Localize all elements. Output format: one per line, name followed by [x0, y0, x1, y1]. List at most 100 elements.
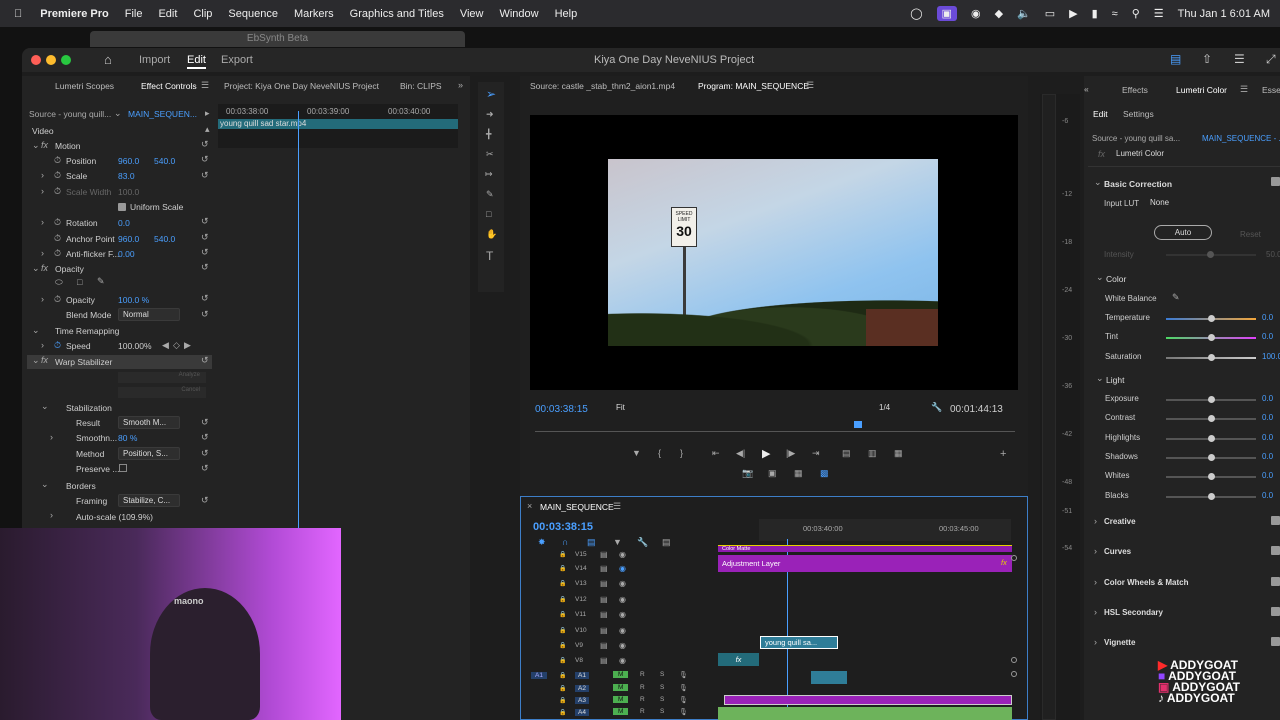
panel-menu-icon[interactable]: ☰ [1240, 84, 1248, 95]
effect-select[interactable]: Lumetri Color [1112, 148, 1257, 159]
rotation-value[interactable]: 0.0 [118, 218, 130, 228]
section-toggle[interactable] [1271, 546, 1280, 556]
reset-icon[interactable]: ↺ [201, 262, 209, 273]
step-back-icon[interactable]: ◀| [736, 448, 745, 459]
sync-icon[interactable]: ▤ [600, 564, 608, 573]
pen-tool-icon[interactable]: ✎ [486, 189, 494, 200]
chevron-right-icon[interactable]: › [41, 248, 44, 258]
lock-icon[interactable]: 🔒 [559, 580, 566, 587]
track-select-icon[interactable]: ➜ [486, 109, 494, 120]
analyze-button[interactable]: Analyze [118, 372, 206, 383]
lock-icon[interactable]: 🔒 [559, 672, 566, 679]
lumetri-section-header[interactable]: HSL Secondary [1104, 608, 1163, 617]
sync-icon[interactable]: ▤ [600, 641, 608, 650]
v8-clip[interactable]: fx [718, 653, 759, 666]
add-marker-icon[interactable]: ▼ [632, 448, 641, 458]
play-arrow-icon[interactable]: ▸ [205, 108, 210, 119]
compare-icon[interactable]: ▦ [894, 448, 903, 459]
next-keyframe-icon[interactable]: ▶ [184, 340, 191, 351]
sync-icon[interactable]: ▤ [600, 579, 608, 588]
ec-clip-bar[interactable]: young quill sad star.mp4 [218, 119, 458, 129]
tab-effect-controls[interactable]: Effect Controls [141, 81, 197, 91]
chevron-right-icon[interactable]: › [50, 432, 53, 442]
safe-margins-icon[interactable]: ▣ [768, 468, 777, 479]
anchor-y[interactable]: 540.0 [154, 234, 175, 244]
slider-knob[interactable] [1207, 315, 1215, 322]
stopwatch-icon[interactable]: ⏱ [54, 340, 61, 351]
lock-icon[interactable]: 🔒 [559, 565, 566, 572]
chevron-down-icon[interactable]: ⌄ [1094, 177, 1102, 188]
tab-effects[interactable]: Effects [1122, 85, 1148, 95]
lumetri-row-value[interactable]: 0.0 [1262, 313, 1273, 322]
pen-mask-icon[interactable]: ✎ [97, 276, 105, 287]
input-lut-select[interactable]: None [1146, 197, 1280, 208]
mark-in-icon[interactable]: { [658, 448, 661, 458]
reset-icon[interactable]: ↺ [201, 495, 209, 506]
track-name[interactable]: V9 [575, 642, 583, 649]
close-tab-icon[interactable]: × [527, 501, 532, 511]
lumetri-slider[interactable] [1166, 492, 1256, 500]
lumetri-section-header[interactable]: Vignette [1104, 638, 1135, 647]
slider-knob[interactable] [1207, 334, 1215, 342]
display-icon[interactable]: ▭ [1045, 7, 1055, 20]
linked-icon[interactable]: ▤ [587, 537, 596, 548]
workspace-menu-icon[interactable]: ☰ [1234, 52, 1245, 66]
go-to-in-icon[interactable]: ⇤ [712, 448, 720, 459]
slider-knob[interactable] [1207, 473, 1215, 481]
selection-tool-icon[interactable]: ➢ [486, 87, 496, 101]
lumetri-row-value[interactable]: 0.0 [1262, 471, 1273, 480]
timeline-ruler[interactable]: 00:03:40:00 00:03:45:00 [759, 519, 1011, 541]
basic-correction-toggle[interactable] [1271, 177, 1280, 186]
ec-playhead[interactable] [298, 111, 299, 581]
track-name[interactable]: V12 [575, 596, 587, 603]
go-to-out-icon[interactable]: ⇥ [812, 448, 820, 459]
microphone-icon[interactable]: 🎙 [679, 684, 688, 692]
ellipse-mask-icon[interactable]: ⬭ [55, 277, 63, 288]
snap-grid-icon[interactable]: ▦ [794, 468, 803, 479]
lock-icon[interactable]: 🔒 [559, 697, 566, 704]
lumetri-row-value[interactable]: 0.0 [1262, 452, 1273, 461]
video-canvas[interactable]: SPEED LIMIT 30 [530, 115, 1018, 390]
light-section-header[interactable]: Light [1106, 375, 1124, 385]
program-playhead[interactable] [854, 421, 862, 428]
lumetri-row-value[interactable]: 0.0 [1262, 433, 1273, 442]
chevron-right-icon[interactable]: › [1094, 546, 1097, 556]
menu-view[interactable]: View [460, 8, 484, 20]
record-button[interactable]: R [640, 696, 645, 703]
apple-icon[interactable]:  [14, 8, 22, 20]
wrench-icon[interactable]: 🔧 [931, 402, 942, 413]
export-frame-icon[interactable]: 📷 [742, 468, 753, 479]
reset-icon[interactable]: ↺ [201, 232, 209, 243]
smoothness-value[interactable]: 80 % [118, 433, 137, 443]
track-name[interactable]: V8 [575, 657, 583, 664]
tab-program-monitor[interactable]: Program: MAIN_SEQUENCE [698, 81, 809, 91]
eye-icon[interactable]: ◉ [619, 656, 626, 665]
young-quill-clip[interactable]: young quill sa... [760, 636, 838, 649]
chevron-down-icon[interactable]: ⌄ [1096, 272, 1104, 283]
section-toggle[interactable] [1271, 576, 1280, 586]
result-select[interactable]: Smooth M... [118, 416, 180, 429]
hand-tool-icon[interactable]: ✋ [486, 229, 497, 240]
lumetri-slider[interactable] [1166, 453, 1256, 461]
panel-menu-icon[interactable]: ☰ [201, 80, 209, 91]
program-scrubber[interactable] [535, 426, 1015, 432]
panel-menu-icon[interactable]: ☰ [806, 80, 814, 91]
chevron-right-icon[interactable]: › [1094, 607, 1097, 617]
reset-icon[interactable]: ↺ [201, 309, 209, 320]
settings-wrench-icon[interactable]: 🔧 [637, 537, 648, 548]
track-name[interactable]: A4 [575, 709, 589, 716]
track-name[interactable]: A1 [575, 672, 589, 679]
chevron-right-icon[interactable]: › [50, 510, 53, 520]
eye-icon[interactable]: ◉ [619, 626, 626, 635]
step-forward-icon[interactable]: |▶ [786, 448, 795, 459]
eye-icon[interactable]: ◉ [619, 641, 626, 650]
eye-icon[interactable]: ◉ [619, 610, 626, 619]
ec-timeline[interactable]: 00:03:38:00 00:03:39:00 00:03:40:00 youn… [218, 104, 458, 581]
mark-out-icon[interactable]: } [680, 448, 683, 458]
reset-icon[interactable]: ↺ [201, 448, 209, 459]
reset-icon[interactable]: ↺ [201, 139, 209, 150]
solo-button[interactable]: S [660, 696, 664, 703]
menu-window[interactable]: Window [499, 8, 538, 20]
scale-value[interactable]: 83.0 [118, 171, 135, 181]
wifi-icon[interactable]: ≈ [1112, 8, 1118, 20]
